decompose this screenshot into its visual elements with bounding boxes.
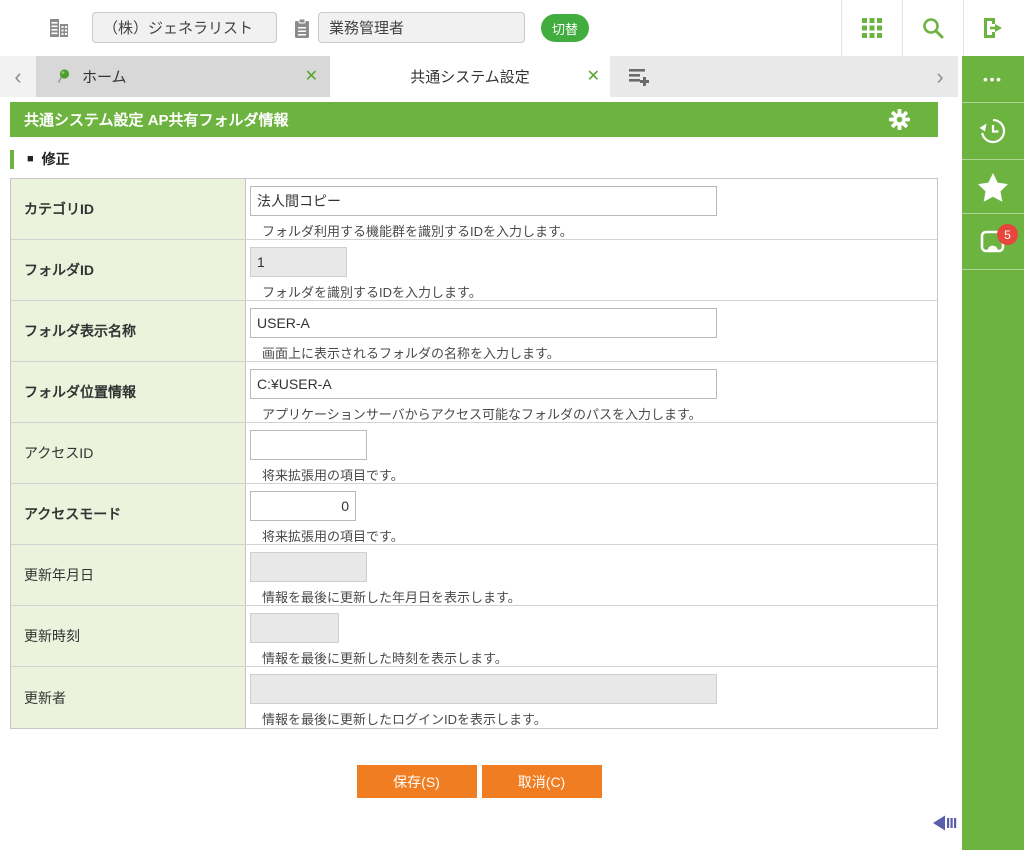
form-row: アクセスモード 将来拡張用の項目です。	[11, 484, 937, 545]
notification-badge: 5	[997, 224, 1018, 245]
field-label: フォルダ位置情報	[24, 384, 136, 400]
role-input[interactable]	[318, 12, 525, 43]
field-input	[250, 247, 347, 277]
form-table: カテゴリID フォルダ利用する機能群を識別するIDを入力します。 フォルダID …	[10, 178, 938, 729]
header-actions	[841, 0, 1024, 56]
logout-icon	[981, 16, 1007, 40]
field-input	[250, 552, 367, 582]
save-button[interactable]: 保存(S)	[356, 765, 477, 798]
tab-scroll-left[interactable]: ‹	[0, 56, 36, 97]
field-label: 更新時刻	[24, 628, 80, 644]
section-marker: ■	[27, 153, 34, 165]
search-button[interactable]	[902, 0, 963, 56]
field-help: フォルダ利用する機能群を識別するIDを入力します。	[262, 224, 573, 239]
action-buttons: 保存(S) 取消(C)	[0, 765, 958, 798]
tab-settings-label: 共通システム設定	[410, 69, 530, 86]
field-help: アプリケーションサーバからアクセス可能なフォルダのパスを入力します。	[262, 407, 702, 422]
main-content: 共通システム設定 AP共有フォルダ情報 ■ 修正 カテゴリID 法人間コピー フ…	[0, 97, 958, 850]
form-row: フォルダID フォルダを識別するIDを入力します。	[11, 240, 937, 301]
star-icon	[977, 172, 1009, 202]
field-label: カテゴリID	[24, 201, 94, 217]
form-row: フォルダ表示名称 画面上に表示されるフォルダの名称を入力します。	[11, 301, 937, 362]
sidebar-history-button[interactable]	[962, 103, 1024, 160]
field-input[interactable]	[250, 369, 717, 399]
page-title: 共通システム設定 AP共有フォルダ情報	[24, 112, 289, 129]
tab-settings-close-icon[interactable]: ✕	[587, 66, 600, 86]
sidebar-more-button[interactable]: •••	[962, 56, 1024, 103]
clipboard-icon	[293, 18, 311, 39]
tab-home[interactable]: ホーム ✕	[36, 56, 330, 97]
grid-icon	[861, 17, 883, 39]
ellipsis-icon: •••	[983, 71, 1003, 87]
form-row: カテゴリID フォルダ利用する機能群を識別するIDを入力します。	[11, 179, 937, 240]
add-tab-button[interactable]	[627, 56, 653, 97]
tab-scroll-right[interactable]: ›	[925, 56, 955, 97]
section-title: 修正	[41, 151, 70, 167]
tab-common-system-settings[interactable]: 共通システム設定 ✕	[330, 56, 610, 97]
logout-button[interactable]	[963, 0, 1024, 56]
field-help: 情報を最後に更新した年月日を表示します。	[262, 590, 521, 605]
history-icon	[978, 116, 1008, 146]
company-input[interactable]	[92, 12, 277, 43]
field-label: 更新年月日	[24, 567, 94, 583]
field-label: アクセスID	[24, 445, 94, 461]
sidebar-clipboard-stack-button[interactable]: 5	[962, 214, 1024, 270]
page-title-bar: 共通システム設定 AP共有フォルダ情報	[10, 102, 938, 137]
field-label: アクセスモード	[24, 506, 122, 522]
search-icon	[921, 16, 945, 40]
field-input[interactable]	[250, 491, 356, 521]
field-input	[250, 613, 339, 643]
field-help: フォルダを識別するIDを入力します。	[262, 285, 482, 300]
building-icon	[47, 16, 70, 39]
section-header: ■ 修正	[10, 149, 70, 169]
cancel-button[interactable]: 取消(C)	[481, 765, 602, 798]
switch-button[interactable]: 切替	[541, 14, 589, 42]
gear-icon[interactable]	[889, 109, 910, 130]
field-input	[250, 674, 717, 704]
app-window: 切替	[0, 0, 1024, 850]
field-label: 更新者	[24, 689, 66, 706]
form-row: フォルダ位置情報 アプリケーションサーバからアクセス可能なフォルダのパスを入力し…	[11, 362, 937, 423]
sidebar-favorites-button[interactable]	[962, 160, 1024, 214]
field-input[interactable]	[250, 430, 367, 460]
field-help: 将来拡張用の項目です。	[262, 468, 404, 483]
field-label: フォルダ表示名称	[24, 323, 136, 339]
apps-grid-button[interactable]	[841, 0, 902, 56]
collapse-panel-arrow-icon[interactable]	[932, 812, 957, 834]
field-help: 情報を最後に更新したログインIDを表示します。	[262, 712, 547, 727]
top-header: 切替	[0, 0, 1024, 56]
tab-bar: ‹ ホーム ✕ 共通システム設定 ✕ ›	[0, 56, 958, 97]
tab-home-label: ホーム	[82, 69, 127, 86]
tab-home-close-icon[interactable]: ✕	[305, 66, 318, 86]
pin-icon	[56, 68, 72, 85]
form-row: 更新者 情報を最後に更新したログインIDを表示します。	[11, 667, 937, 728]
form-row: 更新年月日 情報を最後に更新した年月日を表示します。	[11, 545, 937, 606]
right-sidebar: ••• 5	[962, 56, 1024, 850]
field-label: フォルダID	[24, 262, 94, 278]
form-row: 更新時刻 情報を最後に更新した時刻を表示します。	[11, 606, 937, 667]
field-input[interactable]	[250, 308, 717, 338]
tab-list-add-icon	[627, 66, 653, 88]
field-help: 情報を最後に更新した時刻を表示します。	[262, 651, 508, 666]
field-input[interactable]	[250, 186, 717, 216]
section-accent-bar	[10, 149, 14, 169]
field-help: 将来拡張用の項目です。	[262, 529, 404, 544]
field-help: 画面上に表示されるフォルダの名称を入力します。	[262, 346, 560, 361]
form-row: アクセスID 将来拡張用の項目です。	[11, 423, 937, 484]
